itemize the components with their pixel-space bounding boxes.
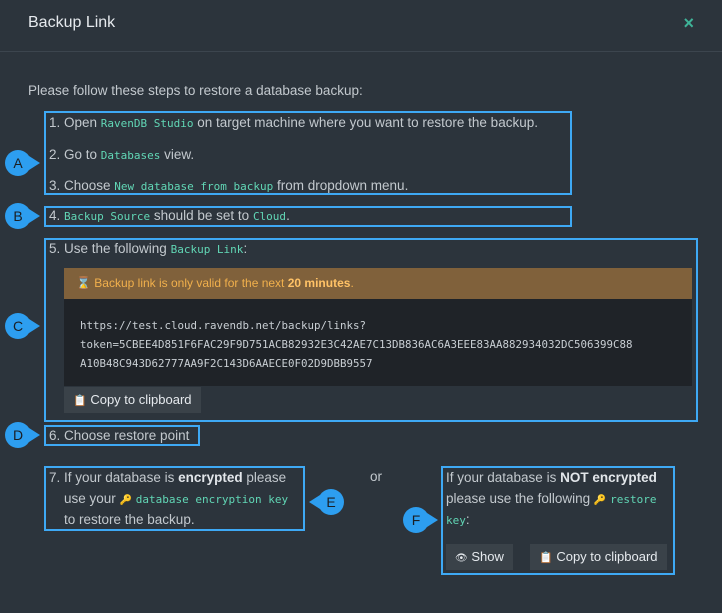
not-encrypted-line-3: key:	[446, 512, 470, 527]
step-2-text-end: view.	[160, 147, 195, 162]
cloud-code: Cloud	[252, 210, 287, 223]
show-key-label: Show	[471, 549, 504, 564]
step-7-text-end: please	[242, 470, 287, 485]
copy-link-button[interactable]: 📋 Copy to clipboard	[64, 387, 201, 413]
step-4-text-mid: should be set to	[150, 208, 253, 223]
not-encrypted-bold: NOT encrypted	[560, 470, 657, 485]
step-4: 4. Backup Source should be set to Cloud.	[49, 208, 290, 223]
backup-link-code: Backup Link	[170, 243, 244, 256]
restore-code: restore	[610, 493, 657, 506]
dialog-title: Backup Link	[28, 14, 116, 31]
copy-key-button[interactable]: 📋 Copy to clipboard	[530, 544, 667, 570]
encryption-key-code: database encryption key	[135, 493, 289, 506]
step-7-line-2: use your 🔑 database encryption key	[64, 491, 288, 506]
step-7-line-1: 7. If your database is encrypted please	[49, 470, 286, 485]
step-6: 6. Choose restore point	[49, 428, 190, 443]
step-2: 2. Go to Databases view.	[49, 147, 194, 162]
backup-link-line-2: token=5CBEE4D851F6FAC29F9D751ACB82932E3C…	[80, 338, 633, 351]
or-separator: or	[370, 469, 383, 484]
new-database-code: New database from backup	[114, 180, 274, 193]
marker-a: A	[5, 150, 40, 176]
backup-link-box[interactable]: https://test.cloud.ravendb.net/backup/li…	[64, 299, 692, 386]
marker-f: F	[403, 507, 438, 533]
step-4-text: 4.	[49, 208, 65, 223]
restore-key-text: please use the following	[446, 491, 594, 506]
close-icon[interactable]: ×	[683, 13, 694, 34]
key-code: key	[446, 514, 466, 527]
show-key-button[interactable]: 👁 Show	[446, 544, 513, 570]
step-7-use-text: use your	[64, 491, 120, 506]
step-1-text: 1. Open	[49, 115, 101, 130]
eye-icon: 👁	[455, 553, 468, 564]
key-icon: 🔑	[593, 495, 607, 506]
marker-e: E	[309, 489, 344, 515]
step-3-text-end: from dropdown menu.	[273, 178, 409, 193]
hourglass-icon: ⌛	[76, 276, 91, 290]
not-encrypted-line-2: please use the following 🔑 restore	[446, 491, 656, 506]
step-1-text-end: on target machine where you want to rest…	[193, 115, 538, 130]
step-1: 1. Open RavenDB Studio on target machine…	[49, 115, 538, 130]
marker-b: B	[5, 203, 40, 229]
marker-c: C	[5, 313, 40, 339]
step-5-text-end: :	[243, 241, 248, 256]
encrypted-bold: encrypted	[178, 470, 243, 485]
ravendb-studio-code: RavenDB Studio	[100, 117, 194, 130]
step-2-text: 2. Go to	[49, 147, 101, 162]
databases-code: Databases	[100, 149, 161, 162]
dialog-header: Backup Link ×	[0, 0, 722, 52]
step-7-line-3: to restore the backup.	[64, 512, 195, 527]
backup-link-dialog: Backup Link × Please follow these steps …	[0, 0, 722, 613]
backup-source-code: Backup Source	[64, 210, 151, 223]
clipboard-icon: 📋	[539, 552, 553, 564]
marker-d: D	[5, 422, 40, 448]
step-7-text: 7. If your database is	[49, 470, 179, 485]
step-3-text: 3. Choose	[49, 178, 115, 193]
step-3: 3. Choose New database from backup from …	[49, 178, 408, 193]
link-validity-warning: ⌛ Backup link is only valid for the next…	[64, 268, 692, 299]
intro-text: Please follow these steps to restore a d…	[28, 83, 363, 98]
step-5: 5. Use the following Backup Link:	[49, 241, 247, 256]
restore-key-colon: :	[465, 512, 470, 527]
warning-text: Backup link is only valid for the next	[94, 276, 288, 290]
backup-link-line-1: https://test.cloud.ravendb.net/backup/li…	[80, 319, 367, 332]
backup-link-line-3: A10B48C943D62777AA9F2C143D6AAECE0F02D9DB…	[80, 357, 373, 370]
step-4-text-end: .	[286, 208, 290, 223]
warning-text-end: .	[350, 276, 354, 290]
step-5-text: 5. Use the following	[49, 241, 171, 256]
not-encrypted-line-1: If your database is NOT encrypted	[446, 470, 657, 485]
copy-key-label: Copy to clipboard	[556, 549, 658, 564]
warning-duration: 20 minutes	[287, 276, 351, 290]
copy-link-label: Copy to clipboard	[90, 392, 192, 407]
not-encrypted-text: If your database is	[446, 470, 561, 485]
key-icon: 🔑	[119, 495, 132, 506]
clipboard-icon: 📋	[73, 395, 87, 407]
